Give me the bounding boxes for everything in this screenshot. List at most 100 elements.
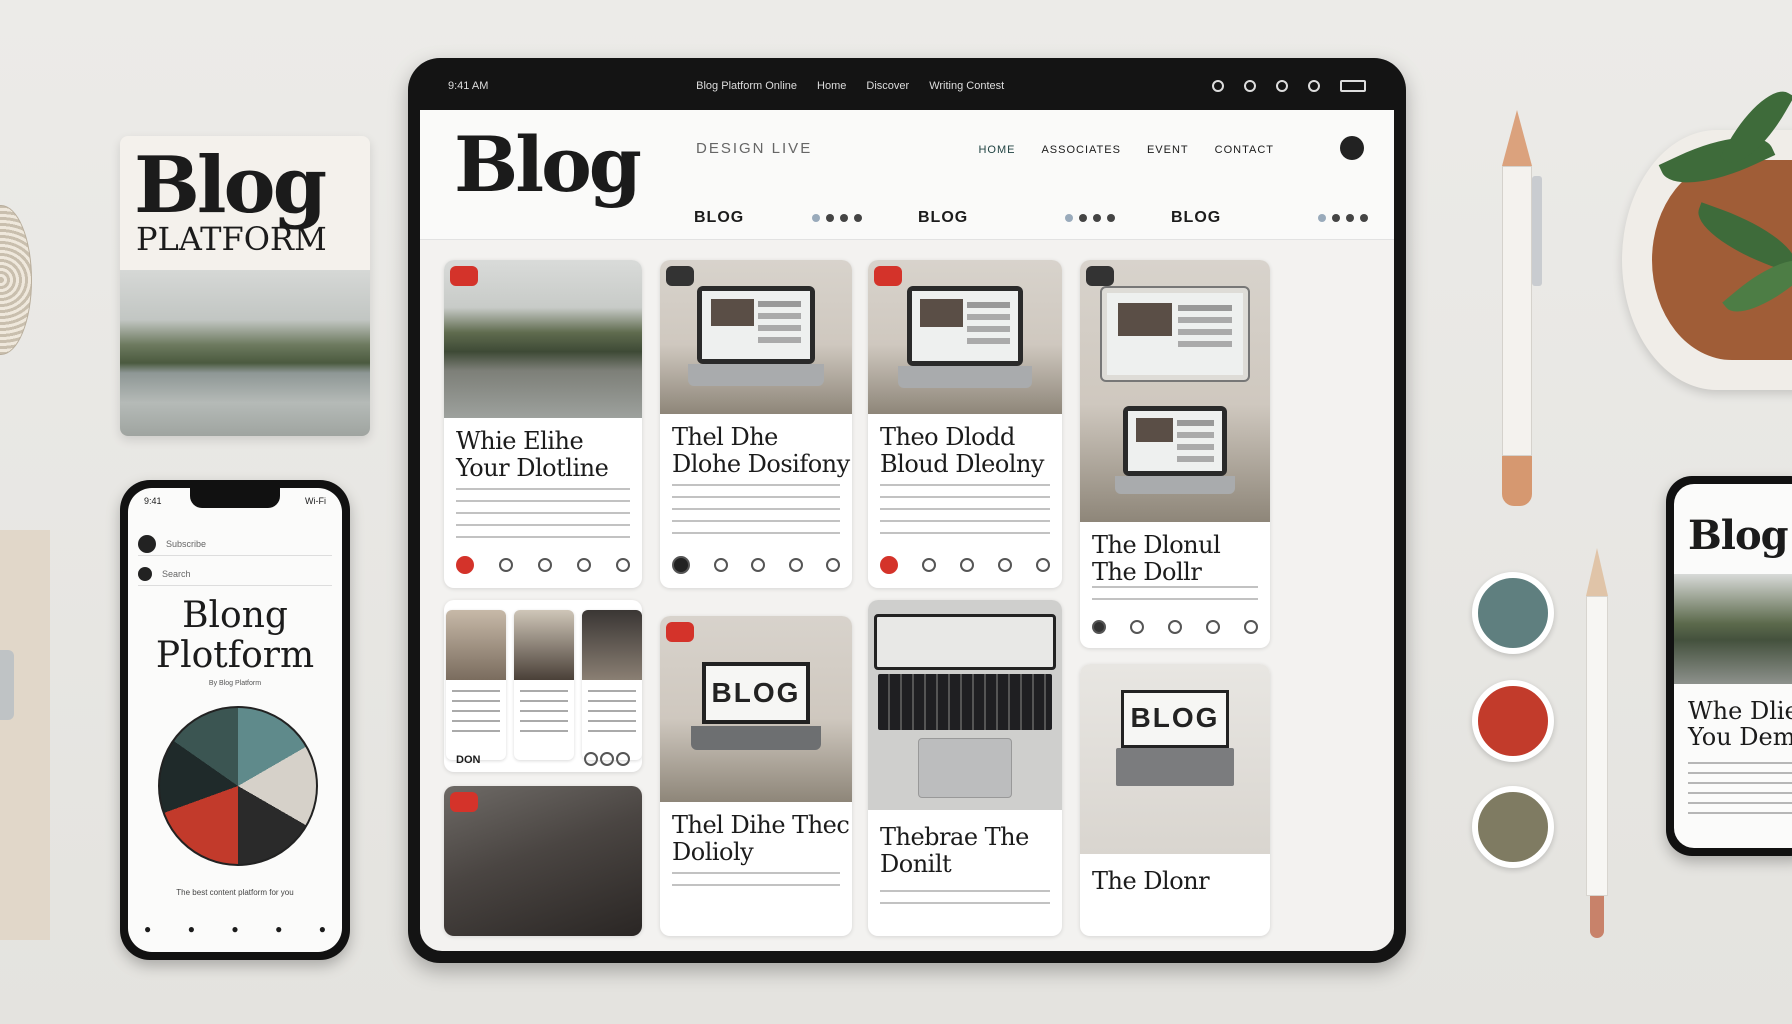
user-avatar[interactable] [1340, 136, 1364, 160]
binder-clip [0, 650, 14, 720]
card-excerpt [672, 872, 840, 886]
main-nav: HOME ASSOCIATES EVENT CONTACT [978, 144, 1274, 156]
view-icon[interactable] [1036, 558, 1050, 572]
lock-icon [1275, 80, 1288, 92]
bookmark-icon[interactable] [1206, 620, 1220, 634]
card-excerpt [880, 484, 1050, 542]
gallery-thumbnail[interactable] [514, 610, 574, 760]
share-icon[interactable] [751, 558, 765, 572]
card-title: Thel Dhe Dlohe Dosifony [672, 423, 850, 478]
phone-bottom-nav[interactable]: ● ● ● ● ● [144, 922, 326, 936]
comment-icon[interactable] [1130, 620, 1144, 634]
laptop-graphic [697, 286, 815, 364]
potted-plant [1622, 79, 1792, 390]
share-icon[interactable] [616, 752, 630, 766]
card-actions [672, 556, 840, 574]
like-icon[interactable] [456, 556, 474, 574]
laptop-keyboard [1115, 476, 1235, 494]
color-swatch-olive[interactable] [1472, 786, 1554, 868]
blog-section-tab[interactable]: BLOG [888, 196, 1141, 240]
card-actions [1092, 618, 1258, 636]
blog-post-card[interactable]: Thel Dhe Dlohe Dosifony [660, 260, 852, 588]
blog-post-card[interactable]: Thebrae The Donilt [868, 600, 1062, 936]
phone-row-label: Search [162, 568, 191, 579]
blog-post-card[interactable]: Whie Elihe Your Dlotline [444, 260, 642, 588]
color-swatch-red[interactable] [1472, 680, 1554, 762]
comment-icon[interactable] [600, 752, 614, 766]
share-icon[interactable] [538, 558, 552, 572]
share-icon[interactable] [960, 558, 974, 572]
top-link[interactable]: Blog Platform Online [696, 80, 797, 92]
tablet-screen: Blog DESIGN LIVE HOME ASSOCIATES EVENT C… [420, 110, 1394, 951]
status-signal: Wi‑Fi [305, 496, 326, 506]
author-avatar[interactable] [672, 556, 690, 574]
status-time: 9:41 [144, 496, 162, 506]
blog-post-card[interactable] [444, 786, 642, 936]
card-title: Thel Dihe Thec Dolioly [672, 811, 850, 866]
bookmark-icon[interactable] [788, 558, 803, 572]
poster-subtitle: PLATFORM [136, 220, 327, 258]
gallery-card[interactable]: DON [444, 600, 642, 772]
blog-post-card[interactable]: The Dlonul The Dollr [1080, 260, 1270, 648]
blog-section-strip: BLOG BLOG BLOG [420, 196, 1394, 240]
wooden-ornament [0, 205, 32, 355]
blog-post-card[interactable]: BLOG Thel Dihe Thec Dolioly [660, 616, 852, 936]
view-icon[interactable] [616, 558, 630, 572]
card-actions [880, 556, 1050, 574]
bookmark-icon[interactable] [998, 558, 1012, 572]
comment-icon[interactable] [922, 558, 936, 572]
comment-icon[interactable] [499, 558, 513, 572]
nav-search-icon[interactable]: ● [188, 922, 195, 936]
section-label: BLOG [694, 209, 745, 226]
like-icon[interactable] [880, 556, 898, 574]
phone-search-row[interactable]: Search [138, 562, 332, 586]
poster-landscape-image [120, 270, 370, 436]
author-avatar[interactable] [1092, 620, 1106, 634]
gallery-thumbnail[interactable] [446, 610, 506, 760]
blog-post-card[interactable]: BLOG The Dlonr [1080, 664, 1270, 936]
top-link[interactable]: Writing Contest [929, 80, 1004, 92]
right-phone-logo[interactable]: Blog [1688, 512, 1789, 559]
settings-icon[interactable] [1243, 80, 1256, 92]
blog-platform-poster: Blog PLATFORM [120, 136, 370, 436]
monitor-graphic [1100, 286, 1250, 382]
nav-alert-icon[interactable]: ● [275, 922, 282, 936]
nav-profile-icon[interactable]: ● [319, 922, 326, 936]
laptop-keyboard [691, 726, 821, 750]
color-swatch-teal[interactable] [1472, 572, 1554, 654]
share-icon[interactable] [1168, 620, 1182, 634]
top-link[interactable]: Discover [866, 80, 909, 92]
nav-home-icon[interactable]: ● [144, 922, 151, 936]
blog-post-card[interactable]: Theo Dlodd Bloud Dleolny [868, 260, 1062, 588]
card-title: Theo Dlodd Bloud Dleolny [880, 423, 1044, 478]
like-icon[interactable] [584, 752, 598, 766]
post-badge-icon [874, 266, 902, 286]
right-phone-screen: Blog Whe Dlie You Dem [1674, 484, 1792, 848]
nav-home[interactable]: HOME [978, 144, 1015, 156]
laptop-screen [874, 614, 1056, 670]
search-icon [138, 566, 152, 581]
blog-section-tab[interactable]: BLOG [420, 196, 888, 240]
top-link[interactable]: Home [817, 80, 846, 92]
blog-sign-screen: BLOG [702, 662, 810, 724]
card-image [868, 600, 1062, 810]
site-descriptor: DESIGN LIVE [696, 140, 813, 157]
laptop-graphic [1123, 406, 1227, 476]
comment-icon[interactable] [713, 558, 728, 572]
tablet-top-links: Blog Platform Online Home Discover Writi… [696, 80, 1004, 92]
nav-bookmark-icon[interactable]: ● [231, 922, 238, 936]
card-excerpt [880, 890, 1050, 904]
left-phone-screen: 9:41 Wi‑Fi Subscribe Search Blong Plotfo… [128, 488, 342, 952]
bookmark-icon[interactable] [577, 558, 591, 572]
paper-stack [0, 530, 50, 940]
view-icon[interactable] [826, 558, 840, 572]
blog-section-tab[interactable]: BLOG [1141, 196, 1394, 240]
nav-associates[interactable]: ASSOCIATES [1041, 144, 1120, 156]
tablet-status-bar: 9:41 AM Blog Platform Online Home Discov… [448, 74, 1366, 98]
phone-subscribe-row[interactable]: Subscribe [138, 532, 332, 556]
gallery-thumbnail[interactable] [582, 610, 642, 760]
view-icon[interactable] [1244, 620, 1258, 634]
camera-icon[interactable] [1307, 80, 1320, 92]
nav-contact[interactable]: CONTACT [1215, 144, 1274, 156]
nav-event[interactable]: EVENT [1147, 144, 1189, 156]
